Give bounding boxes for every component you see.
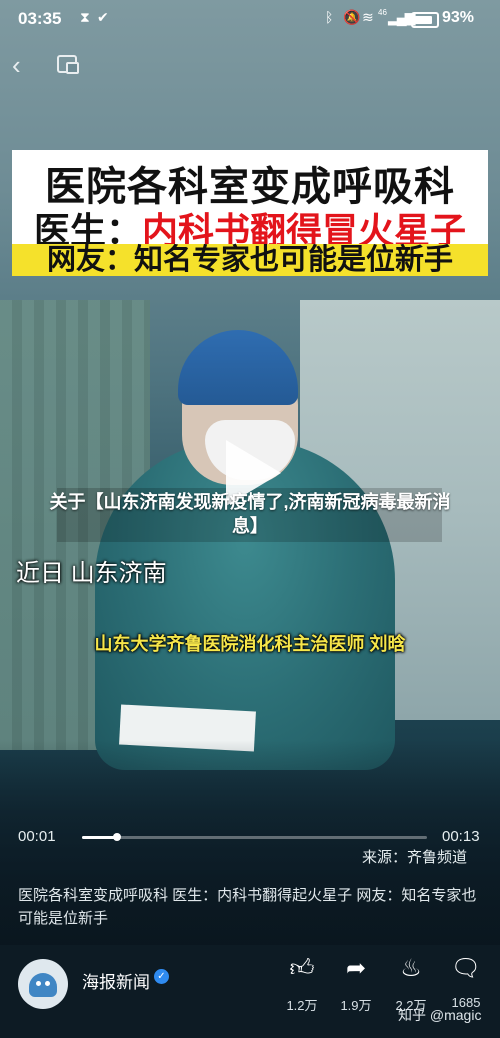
watermark: 知乎 @magic [398, 1007, 482, 1023]
wifi-icon: ≋ [362, 9, 374, 25]
article-title: 关于【山东济南发现新疫情了,济南新冠病毒最新消息】 [49, 492, 451, 536]
progress-handle[interactable] [112, 833, 121, 841]
picture-in-picture-icon-inner [66, 62, 79, 74]
avatar[interactable] [18, 959, 68, 1009]
caption-doctor: 山东大学齐鲁医院消化科主治医师 刘晗 [94, 634, 406, 654]
signal-icon: ▂▄▆ [388, 9, 415, 25]
status-bar: 03:35 ⧗ ✔ ᛒ 🔕 ≋ 46 ▂▄▆ 93% [0, 0, 500, 38]
back-button[interactable]: ‹ [12, 50, 38, 80]
flame-icon: ♨ [400, 955, 422, 982]
progress-fill [82, 836, 117, 839]
thumbs-up-icon: 👍︎ [289, 955, 315, 982]
bird-logo-eye-right [45, 981, 50, 986]
like-button[interactable]: 👍︎ 1.2万 [278, 955, 326, 1014]
bird-logo-icon [29, 973, 57, 997]
comment-bubble-icon: 🗨︎ [450, 955, 482, 982]
hourglass-icon: ⧗ [80, 9, 90, 25]
caption-location: 近日 山东济南 [16, 560, 167, 587]
verified-icon: ✓ [154, 969, 169, 984]
headline-banner: 医院各科室变成呼吸科 医生：内科书翻得冒火星子 网友：知名专家也可能是位新手 [12, 150, 488, 276]
comment-button[interactable]: 🗨︎ 1685 [442, 955, 490, 1010]
bird-logo-eye-left [36, 981, 41, 986]
source-label: 来源：齐鲁频道 [362, 849, 468, 866]
status-time: 03:35 [18, 9, 62, 28]
like-count: 1.2万 [286, 998, 318, 1013]
network-type-label: 46 [378, 8, 387, 17]
headline-line-3: 网友：知名专家也可能是位新手 [12, 244, 488, 276]
total-time: 00:13 [442, 828, 480, 845]
share-button[interactable]: ➦ 1.9万 [332, 955, 380, 1014]
share-count: 1.9万 [340, 998, 372, 1013]
author-name[interactable]: 海报新闻 [82, 968, 150, 993]
app-notification-icon: ✔ [97, 9, 109, 25]
battery-percent: 93% [442, 9, 475, 26]
picture-in-picture-button[interactable] [55, 53, 79, 75]
battery-icon [411, 12, 439, 28]
bottom-bar: 海报新闻 ✓ 👍︎ 1.2万 ➦ 1.9万 ♨ 2.2万 🗨︎ 1685 知乎 … [0, 945, 500, 1038]
bluetooth-icon: ᛒ [325, 9, 334, 25]
current-time: 00:01 [18, 828, 56, 845]
share-arrow-icon: ➦ [345, 955, 367, 982]
progress-bar[interactable] [82, 833, 427, 841]
mute-icon: 🔕 [343, 9, 361, 25]
doctor-cap [178, 330, 298, 405]
chevron-left-icon: ‹ [12, 50, 21, 80]
video-description[interactable]: 医院各科室变成呼吸科 医生：内科书翻得起火星子 网友：知名专家也可能是位新手 [18, 884, 488, 930]
